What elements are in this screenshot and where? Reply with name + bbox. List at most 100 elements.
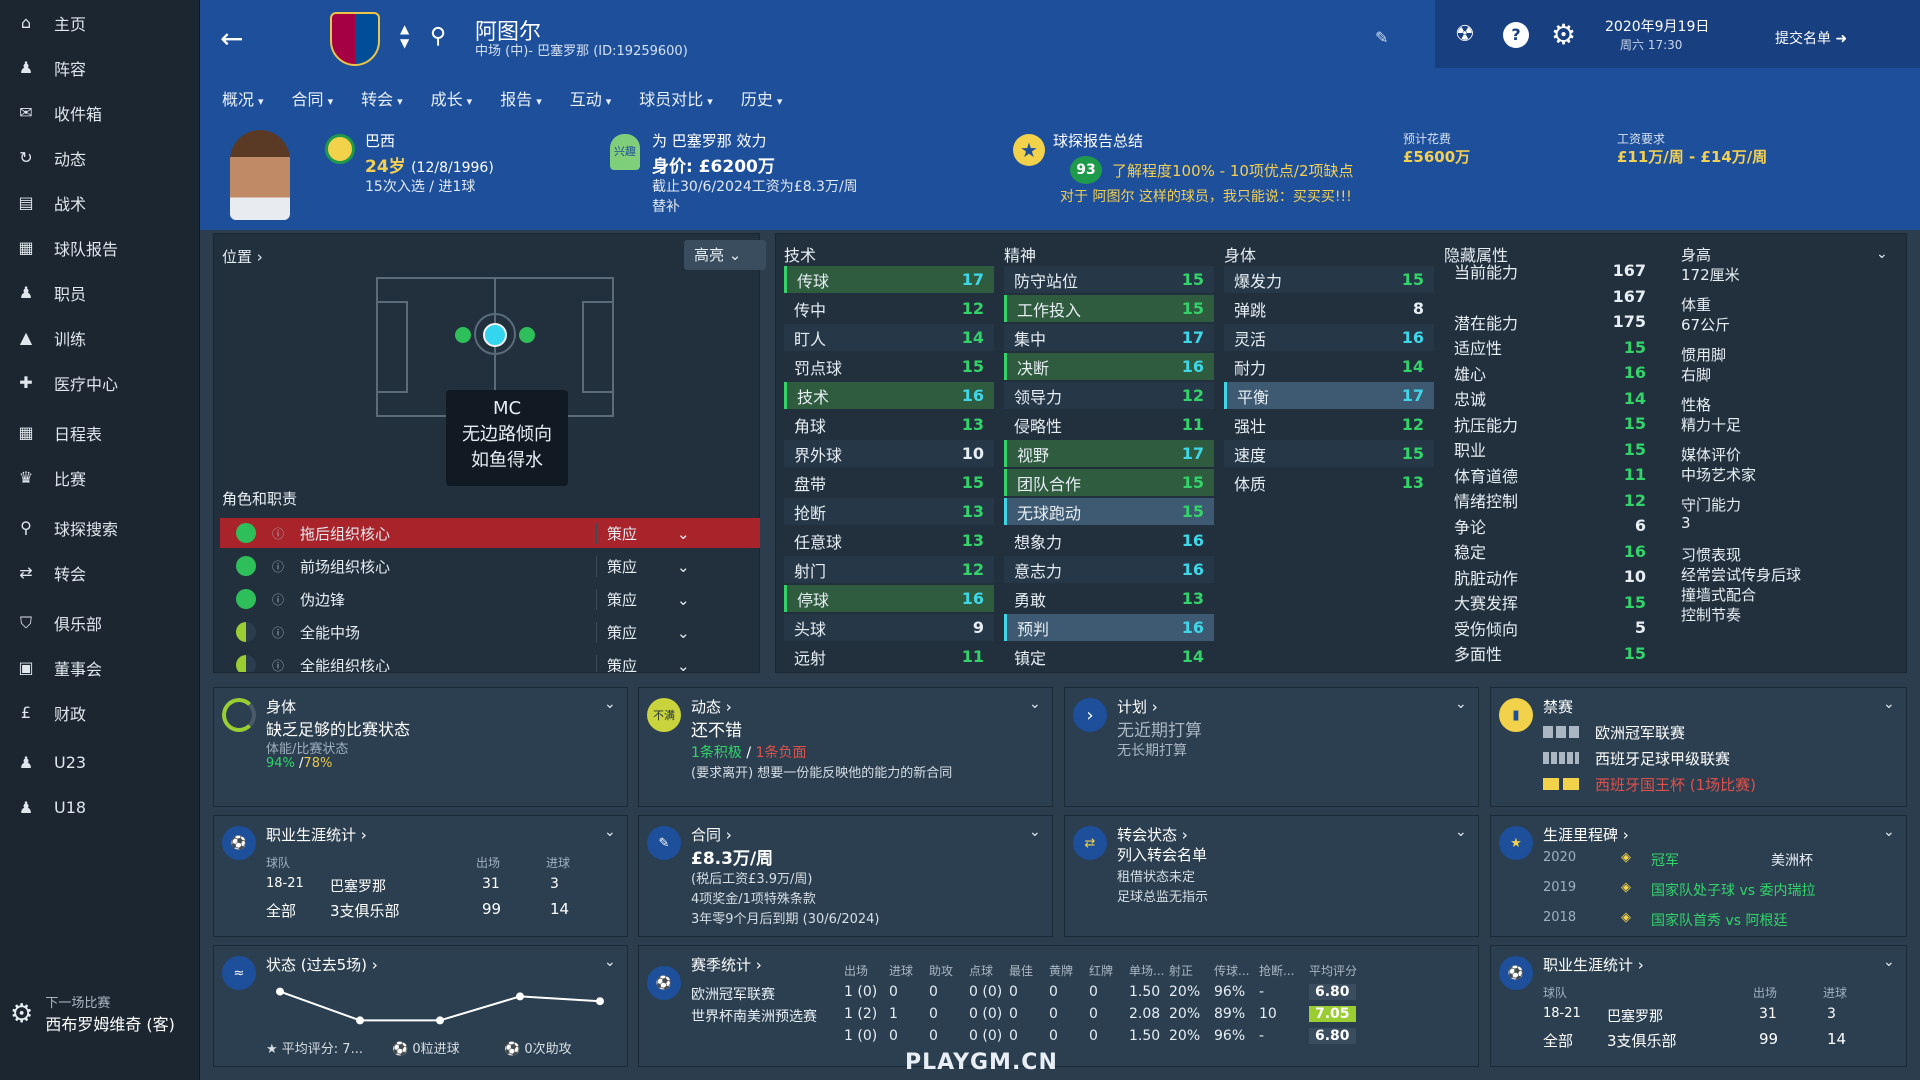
career-card[interactable]: ⚽ 职业生涯统计 › 球队 出场 进球 18-21 巴塞罗那 31 3 全部 3…	[213, 815, 628, 937]
info-icon[interactable]: ⓘ	[272, 558, 284, 575]
tab-7[interactable]: 球员对比 ▾	[627, 82, 725, 123]
technical-attr-row[interactable]: 头球 9	[784, 614, 994, 641]
chevron-down-icon[interactable]: ⌄	[604, 824, 616, 840]
scout-report-title[interactable]: 球探报告总结	[1053, 130, 1143, 151]
brain-icon[interactable]: ☢	[1455, 22, 1475, 47]
tab-4[interactable]: 成长 ▾	[419, 82, 485, 123]
highlight-dropdown[interactable]: 高亮 ⌄	[684, 240, 766, 270]
info-icon[interactable]: ⓘ	[272, 624, 284, 641]
physical-attr-row[interactable]: 速度 15	[1224, 440, 1434, 467]
physical-attr-row[interactable]: 强壮 12	[1224, 411, 1434, 438]
mental-attr-row[interactable]: 决断 16	[1004, 353, 1214, 380]
technical-attr-row[interactable]: 任意球 13	[784, 527, 994, 554]
position-label[interactable]: 位置 ›	[222, 246, 263, 267]
duty-dropdown[interactable]: 策应 ⌄	[596, 522, 706, 544]
sidebar-item-2[interactable]: ♟ 阵容	[0, 45, 199, 90]
tab-6[interactable]: 互动 ▾	[558, 82, 624, 123]
mental-attr-row[interactable]: 领导力 12	[1004, 382, 1214, 409]
duty-dropdown[interactable]: 策应 ⌄	[596, 621, 706, 643]
sidebar-item-16[interactable]: £ 财政	[0, 690, 199, 735]
info-icon[interactable]: ⓘ	[272, 657, 284, 673]
tab-2[interactable]: 合同 ▾	[280, 82, 346, 123]
info-chevron-icon[interactable]: ⌄	[1876, 246, 1888, 262]
chevron-down-icon[interactable]: ⌄	[1455, 824, 1467, 840]
info-icon[interactable]: ⓘ	[272, 525, 284, 542]
season-stats-card[interactable]: ⚽ 赛季统计 › 出场 进球 助攻 点球 最佳 黄牌 红牌 单场... 射正 传球... 抢断...…	[638, 945, 1479, 1067]
sidebar-item-12[interactable]: ⚲ 球探搜索	[0, 505, 199, 550]
career-r1-team[interactable]: 巴塞罗那	[330, 876, 386, 896]
technical-attr-row[interactable]: 盯人 14	[784, 324, 994, 351]
dynamics-card[interactable]: 不满 动态 › 还不错 1条积极 / 1条负面 (要求离开) 想要一份能反映他的…	[638, 687, 1053, 807]
submit-team-button[interactable]: 提交名单 ➜	[1775, 28, 1847, 48]
tab-1[interactable]: 概况 ▾	[210, 82, 276, 123]
sidebar-item-11[interactable]: ♛ 比赛	[0, 455, 199, 500]
technical-attr-row[interactable]: 传中 12	[784, 295, 994, 322]
sidebar-item-9[interactable]: ✚ 医疗中心	[0, 360, 199, 405]
duty-dropdown[interactable]: 策应 ⌄	[596, 555, 706, 577]
technical-attr-row[interactable]: 罚点球 15	[784, 353, 994, 380]
contract-card[interactable]: ✎ 合同 › £8.3万/周 (税后工资£3.9万/周) 4项奖金/1项特殊条款…	[638, 815, 1053, 937]
role-row[interactable]: ⓘ 全能中场 策应 ⌄	[220, 617, 760, 647]
physical-attr-row[interactable]: 平衡 17	[1224, 382, 1434, 409]
technical-attr-row[interactable]: 射门 12	[784, 556, 994, 583]
physical-attr-row[interactable]: 体质 13	[1224, 469, 1434, 496]
mental-attr-row[interactable]: 视野 17	[1004, 440, 1214, 467]
chevron-down-icon[interactable]: ⌄	[1029, 696, 1041, 712]
club[interactable]: 为 巴塞罗那 效力	[652, 130, 767, 151]
sidebar-item-13[interactable]: ⇄ 转会	[0, 550, 199, 595]
mental-attr-row[interactable]: 预判 16	[1004, 614, 1214, 641]
role-row[interactable]: ⓘ 拖后组织核心 策应 ⌄	[220, 518, 760, 548]
technical-attr-row[interactable]: 抢断 13	[784, 498, 994, 525]
chevron-down-icon[interactable]: ⌄	[1883, 824, 1895, 840]
sidebar-item-7[interactable]: ♟ 职员	[0, 270, 199, 315]
form-point[interactable]	[596, 997, 604, 1006]
form-point[interactable]	[516, 992, 524, 1001]
career-card-2[interactable]: ⚽ 职业生涯统计 › 球队 出场 进球 18-21 巴塞罗那 31 3 全部 3…	[1490, 945, 1907, 1067]
gear-icon[interactable]: ⚙	[1551, 18, 1576, 51]
chevron-down-icon[interactable]: ⌄	[1883, 954, 1895, 970]
mental-attr-row[interactable]: 无球跑动 15	[1004, 498, 1214, 525]
sidebar-item-17[interactable]: ♟ U23	[0, 740, 199, 785]
tab-3[interactable]: 转会 ▾	[349, 82, 415, 123]
mental-attr-row[interactable]: 集中 17	[1004, 324, 1214, 351]
technical-attr-row[interactable]: 停球 16	[784, 585, 994, 612]
mental-attr-row[interactable]: 想象力 16	[1004, 527, 1214, 554]
search-icon[interactable]: ⚲	[430, 24, 446, 49]
duty-dropdown[interactable]: 策应 ⌄	[596, 588, 706, 610]
chevron-down-icon[interactable]: ⌄	[1883, 696, 1895, 712]
milestones-card[interactable]: ★ 生涯里程碑 › 2020 ◈ 冠军 美洲杯 2019 ◈ 国家队处子球 vs 委内瑞拉 2…	[1490, 815, 1907, 937]
duty-dropdown[interactable]: 策应 ⌄	[596, 654, 706, 672]
mental-attr-row[interactable]: 工作投入 15	[1004, 295, 1214, 322]
mental-attr-row[interactable]: 勇敢 13	[1004, 585, 1214, 612]
help-icon[interactable]: ?	[1503, 22, 1529, 48]
player-switch-arrows-icon[interactable]: ▲ ▼	[400, 22, 409, 50]
season-comp[interactable]: 欧洲冠军联赛	[691, 984, 775, 1004]
season-comp[interactable]: 世界杯南美洲预选赛	[691, 1006, 817, 1026]
tab-5[interactable]: 报告 ▾	[488, 82, 554, 123]
sidebar-item-18[interactable]: ♟ U18	[0, 785, 199, 830]
physical-attr-row[interactable]: 爆发力 15	[1224, 266, 1434, 293]
sidebar-item-8[interactable]: ▲ 训练	[0, 315, 199, 360]
physical-attr-row[interactable]: 灵活 16	[1224, 324, 1434, 351]
physical-attr-row[interactable]: 耐力 14	[1224, 353, 1434, 380]
chevron-down-icon[interactable]: ⌄	[1455, 696, 1467, 712]
sidebar-item-14[interactable]: ⛉ 俱乐部	[0, 600, 199, 645]
sidebar-item-5[interactable]: ▤ 战术	[0, 180, 199, 225]
form-point[interactable]	[356, 1016, 364, 1025]
mental-attr-row[interactable]: 团队合作 15	[1004, 469, 1214, 496]
chevron-down-icon[interactable]: ⌄	[604, 954, 616, 970]
form-point[interactable]	[276, 987, 284, 996]
role-row[interactable]: ⓘ 全能组织核心 策应 ⌄	[220, 650, 760, 672]
mental-attr-row[interactable]: 镇定 14	[1004, 643, 1214, 670]
sidebar-item-3[interactable]: ✉ 收件箱	[0, 90, 199, 135]
sidebar-item-15[interactable]: ▣ 董事会	[0, 645, 199, 690]
chevron-down-icon[interactable]: ⌄	[604, 696, 616, 712]
mental-attr-row[interactable]: 防守站位 15	[1004, 266, 1214, 293]
technical-attr-row[interactable]: 远射 11	[784, 643, 994, 670]
technical-attr-row[interactable]: 界外球 10	[784, 440, 994, 467]
mental-attr-row[interactable]: 意志力 16	[1004, 556, 1214, 583]
sidebar-item-6[interactable]: ▦ 球队报告	[0, 225, 199, 270]
info-icon[interactable]: ⓘ	[272, 591, 284, 608]
tab-8[interactable]: 历史 ▾	[729, 82, 795, 123]
role-row[interactable]: ⓘ 前场组织核心 策应 ⌄	[220, 551, 760, 581]
